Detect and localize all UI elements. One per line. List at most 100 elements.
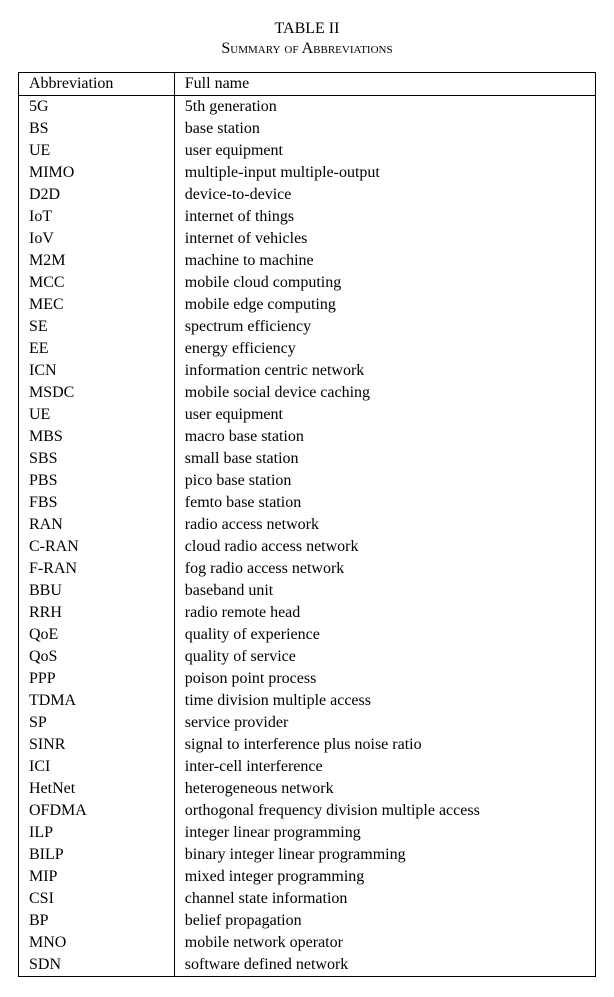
table-row: 5G5th generation (19, 96, 596, 119)
cell-abbreviation: 5G (19, 96, 175, 119)
header-full-name: Full name (174, 73, 595, 96)
table-row: MCCmobile cloud computing (19, 272, 596, 294)
table-header-row: Abbreviation Full name (19, 73, 596, 96)
cell-abbreviation: F-RAN (19, 558, 175, 580)
cell-full-name: channel state information (174, 888, 595, 910)
table-row: BILPbinary integer linear programming (19, 844, 596, 866)
cell-full-name: fog radio access network (174, 558, 595, 580)
cell-abbreviation: TDMA (19, 690, 175, 712)
cell-full-name: software defined network (174, 954, 595, 977)
table-row: PPPpoison point process (19, 668, 596, 690)
table-row: MSDCmobile social device caching (19, 382, 596, 404)
cell-abbreviation: UE (19, 140, 175, 162)
cell-full-name: multiple-input multiple-output (174, 162, 595, 184)
table-row: ICNinformation centric network (19, 360, 596, 382)
table-label: TABLE II (18, 20, 596, 38)
cell-full-name: internet of vehicles (174, 228, 595, 250)
cell-full-name: mobile social device caching (174, 382, 595, 404)
cell-abbreviation: C-RAN (19, 536, 175, 558)
cell-full-name: machine to machine (174, 250, 595, 272)
cell-full-name: inter-cell interference (174, 756, 595, 778)
cell-full-name: radio remote head (174, 602, 595, 624)
cell-abbreviation: MEC (19, 294, 175, 316)
cell-full-name: device-to-device (174, 184, 595, 206)
cell-abbreviation: HetNet (19, 778, 175, 800)
cell-full-name: time division multiple access (174, 690, 595, 712)
cell-full-name: internet of things (174, 206, 595, 228)
cell-abbreviation: SBS (19, 448, 175, 470)
cell-abbreviation: RAN (19, 514, 175, 536)
table-row: C-RANcloud radio access network (19, 536, 596, 558)
cell-abbreviation: OFDMA (19, 800, 175, 822)
table-row: PBSpico base station (19, 470, 596, 492)
table-row: M2Mmachine to machine (19, 250, 596, 272)
cell-full-name: cloud radio access network (174, 536, 595, 558)
cell-full-name: information centric network (174, 360, 595, 382)
cell-full-name: quality of experience (174, 624, 595, 646)
cell-full-name: orthogonal frequency division multiple a… (174, 800, 595, 822)
cell-full-name: integer linear programming (174, 822, 595, 844)
cell-abbreviation: IoT (19, 206, 175, 228)
cell-full-name: baseband unit (174, 580, 595, 602)
table-row: ILPinteger linear programming (19, 822, 596, 844)
cell-abbreviation: MSDC (19, 382, 175, 404)
table-row: SPservice provider (19, 712, 596, 734)
table-row: UEuser equipment (19, 140, 596, 162)
cell-abbreviation: PBS (19, 470, 175, 492)
cell-full-name: user equipment (174, 404, 595, 426)
cell-abbreviation: BILP (19, 844, 175, 866)
cell-abbreviation: SINR (19, 734, 175, 756)
table-row: UEuser equipment (19, 404, 596, 426)
cell-abbreviation: QoE (19, 624, 175, 646)
cell-abbreviation: MIP (19, 866, 175, 888)
cell-abbreviation: M2M (19, 250, 175, 272)
cell-abbreviation: ICN (19, 360, 175, 382)
table-row: MBSmacro base station (19, 426, 596, 448)
cell-abbreviation: BS (19, 118, 175, 140)
cell-abbreviation: MNO (19, 932, 175, 954)
table-row: QoSquality of service (19, 646, 596, 668)
cell-full-name: 5th generation (174, 96, 595, 119)
cell-abbreviation: BP (19, 910, 175, 932)
cell-abbreviation: SDN (19, 954, 175, 977)
table-row: IoVinternet of vehicles (19, 228, 596, 250)
cell-full-name: mobile network operator (174, 932, 595, 954)
table-row: MIMOmultiple-input multiple-output (19, 162, 596, 184)
table-row: BPbelief propagation (19, 910, 596, 932)
cell-abbreviation: UE (19, 404, 175, 426)
table-row: D2Ddevice-to-device (19, 184, 596, 206)
cell-abbreviation: BBU (19, 580, 175, 602)
table-row: SBSsmall base station (19, 448, 596, 470)
cell-abbreviation: ICI (19, 756, 175, 778)
cell-full-name: pico base station (174, 470, 595, 492)
cell-abbreviation: MBS (19, 426, 175, 448)
table-row: QoEquality of experience (19, 624, 596, 646)
cell-full-name: small base station (174, 448, 595, 470)
cell-abbreviation: MCC (19, 272, 175, 294)
cell-abbreviation: D2D (19, 184, 175, 206)
cell-abbreviation: IoV (19, 228, 175, 250)
table-row: BBUbaseband unit (19, 580, 596, 602)
cell-abbreviation: RRH (19, 602, 175, 624)
cell-full-name: spectrum efficiency (174, 316, 595, 338)
cell-full-name: heterogeneous network (174, 778, 595, 800)
abbreviations-table: Abbreviation Full name 5G5th generationB… (18, 72, 596, 977)
cell-abbreviation: QoS (19, 646, 175, 668)
cell-full-name: signal to interference plus noise ratio (174, 734, 595, 756)
cell-full-name: mobile cloud computing (174, 272, 595, 294)
cell-abbreviation: SP (19, 712, 175, 734)
cell-abbreviation: FBS (19, 492, 175, 514)
cell-abbreviation: EE (19, 338, 175, 360)
table-row: RANradio access network (19, 514, 596, 536)
cell-full-name: quality of service (174, 646, 595, 668)
table-row: MECmobile edge computing (19, 294, 596, 316)
cell-full-name: user equipment (174, 140, 595, 162)
table-row: BSbase station (19, 118, 596, 140)
table-row: ICIinter-cell interference (19, 756, 596, 778)
cell-abbreviation: SE (19, 316, 175, 338)
header-abbreviation: Abbreviation (19, 73, 175, 96)
table-row: EEenergy efficiency (19, 338, 596, 360)
cell-full-name: binary integer linear programming (174, 844, 595, 866)
table-row: SINRsignal to interference plus noise ra… (19, 734, 596, 756)
cell-abbreviation: MIMO (19, 162, 175, 184)
